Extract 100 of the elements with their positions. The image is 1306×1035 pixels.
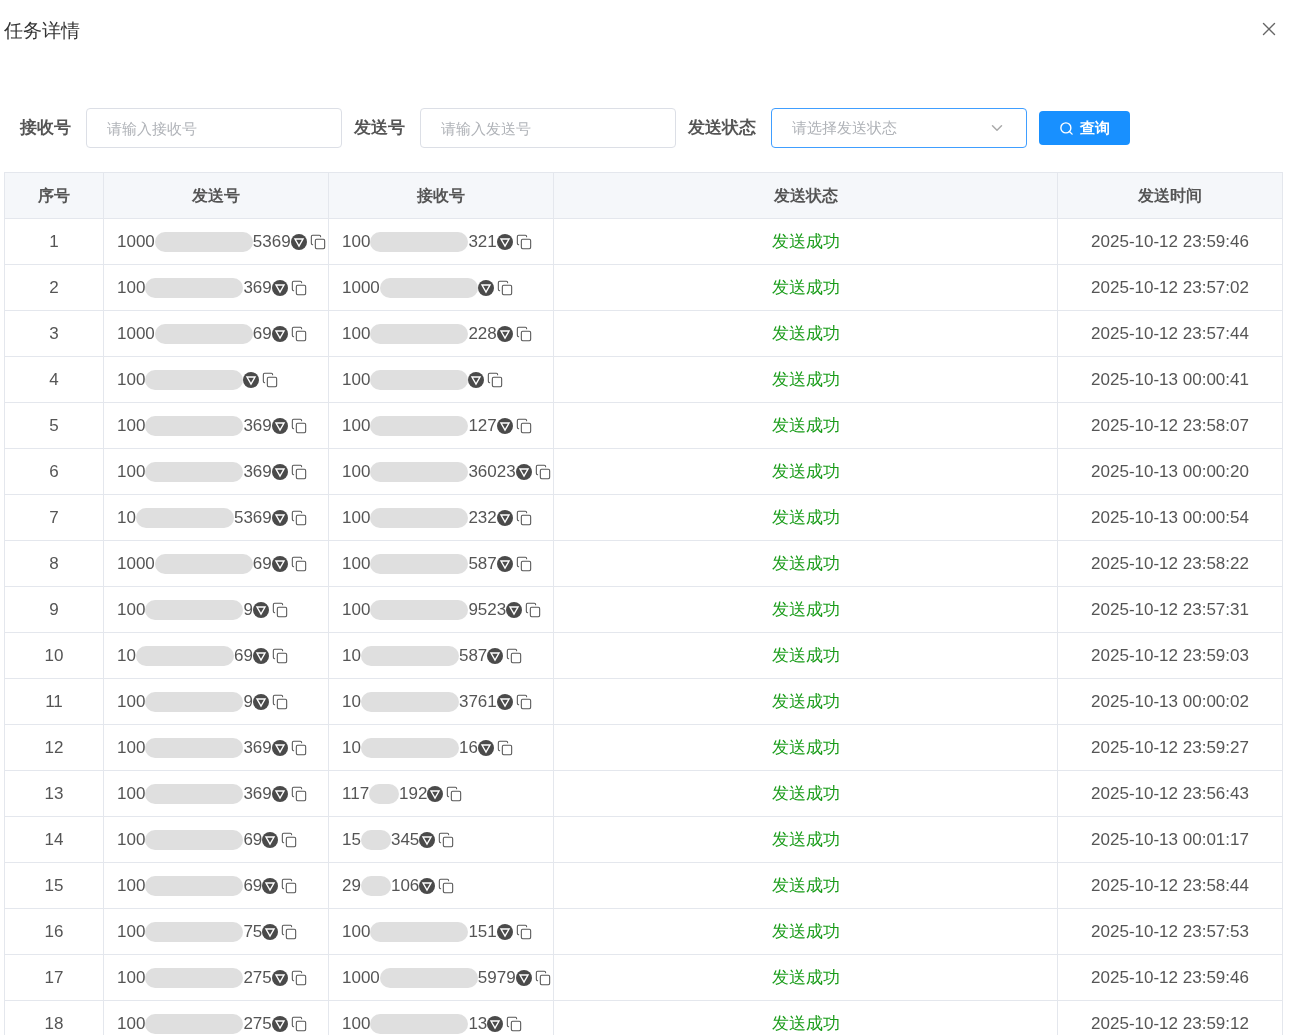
circle-icon[interactable] <box>419 831 436 848</box>
copy-icon[interactable] <box>290 279 307 296</box>
status-select[interactable]: 请选择发送状态 <box>771 108 1027 148</box>
circle-icon[interactable] <box>271 785 288 802</box>
copy-icon[interactable] <box>515 923 532 940</box>
status-text: 发送成功 <box>554 863 1058 909</box>
copy-icon[interactable] <box>506 1015 523 1032</box>
search-field[interactable]: 请输入发送号 <box>420 108 676 148</box>
id-suffix: 275 <box>243 1012 272 1035</box>
id-prefix: 10 <box>342 736 361 759</box>
copy-icon[interactable] <box>534 969 551 986</box>
circle-icon[interactable] <box>477 279 494 296</box>
circle-icon[interactable] <box>496 233 513 250</box>
table-cell: 2025-10-12 23:59:03 <box>1058 633 1283 679</box>
circle-icon[interactable] <box>252 693 269 710</box>
table-cell: 2025-10-13 00:00:54 <box>1058 495 1283 541</box>
copy-icon[interactable] <box>515 693 532 710</box>
copy-icon[interactable] <box>290 739 307 756</box>
table-cell: 3 <box>5 311 104 357</box>
circle-icon[interactable] <box>271 509 288 526</box>
copy-icon[interactable] <box>438 831 455 848</box>
circle-icon[interactable] <box>271 463 288 480</box>
copy-icon[interactable] <box>262 371 279 388</box>
copy-icon[interactable] <box>525 601 542 618</box>
copy-icon[interactable] <box>290 785 307 802</box>
circle-icon[interactable] <box>496 555 513 572</box>
id-suffix: 369 <box>243 460 272 483</box>
circle-icon[interactable] <box>468 371 485 388</box>
copy-icon[interactable] <box>290 509 307 526</box>
circle-icon[interactable] <box>271 555 288 572</box>
copy-icon[interactable] <box>290 555 307 572</box>
copy-icon[interactable] <box>515 233 532 250</box>
circle-icon[interactable] <box>262 923 279 940</box>
copy-icon[interactable] <box>281 923 298 940</box>
circle-icon[interactable] <box>243 371 260 388</box>
id-prefix: 1000 <box>342 276 380 299</box>
circle-icon[interactable] <box>419 877 436 894</box>
copy-icon[interactable] <box>515 509 532 526</box>
id-prefix: 100 <box>117 874 146 897</box>
circle-icon[interactable] <box>271 739 288 756</box>
circle-icon[interactable] <box>496 325 513 342</box>
id-suffix: 36023 <box>468 460 516 483</box>
circle-icon[interactable] <box>515 969 532 986</box>
id-prefix: 100 <box>117 782 146 805</box>
table-cell: 13 <box>5 771 104 817</box>
copy-icon[interactable] <box>496 739 513 756</box>
copy-icon[interactable] <box>506 647 523 664</box>
copy-icon[interactable] <box>290 463 307 480</box>
copy-icon[interactable] <box>290 969 307 986</box>
circle-icon[interactable] <box>290 233 307 250</box>
circle-icon[interactable] <box>506 601 523 618</box>
copy-icon[interactable] <box>290 325 307 342</box>
circle-icon[interactable] <box>515 463 532 480</box>
copy-icon[interactable] <box>515 417 532 434</box>
id-suffix: 369 <box>243 414 272 437</box>
copy-icon[interactable] <box>281 877 298 894</box>
copy-icon[interactable] <box>290 1015 307 1032</box>
table-cell: 2025-10-12 23:58:44 <box>1058 863 1283 909</box>
table-cell: 2025-10-12 23:59:12 <box>1058 1001 1283 1035</box>
circle-icon[interactable] <box>252 647 269 664</box>
search-field[interactable]: 请输入接收号 <box>86 108 342 148</box>
copy-icon[interactable] <box>309 233 326 250</box>
circle-icon[interactable] <box>262 831 279 848</box>
copy-icon[interactable] <box>281 831 298 848</box>
circle-icon[interactable] <box>262 877 279 894</box>
id-suffix: 69 <box>243 874 263 897</box>
id-prefix: 100 <box>342 460 371 483</box>
copy-icon[interactable] <box>487 371 504 388</box>
copy-icon[interactable] <box>446 785 463 802</box>
copy-icon[interactable] <box>290 417 307 434</box>
copy-icon[interactable] <box>271 647 288 664</box>
copy-icon[interactable] <box>496 279 513 296</box>
circle-icon[interactable] <box>496 417 513 434</box>
copy-icon[interactable] <box>534 463 551 480</box>
column-header: 接收号 <box>329 173 554 219</box>
circle-icon[interactable] <box>496 509 513 526</box>
copy-icon[interactable] <box>515 555 532 572</box>
circle-icon[interactable] <box>496 923 513 940</box>
circle-icon[interactable] <box>271 969 288 986</box>
table-cell: 7 <box>5 495 104 541</box>
filter-label: 发送状态 <box>688 117 756 140</box>
copy-icon[interactable] <box>271 601 288 618</box>
table-cell: 2025-10-12 23:59:46 <box>1058 955 1283 1001</box>
table-cell: 2025-10-13 00:00:20 <box>1058 449 1283 495</box>
id-prefix: 100 <box>342 598 371 621</box>
circle-icon[interactable] <box>271 1015 288 1032</box>
copy-icon[interactable] <box>271 693 288 710</box>
circle-icon[interactable] <box>477 739 494 756</box>
circle-icon[interactable] <box>271 279 288 296</box>
redaction-blur <box>369 783 400 804</box>
circle-icon[interactable] <box>487 1015 504 1032</box>
circle-icon[interactable] <box>496 693 513 710</box>
search-button[interactable]: 查询 <box>1039 111 1130 145</box>
copy-icon[interactable] <box>438 877 455 894</box>
circle-icon[interactable] <box>271 325 288 342</box>
circle-icon[interactable] <box>487 647 504 664</box>
circle-icon[interactable] <box>271 417 288 434</box>
copy-icon[interactable] <box>515 325 532 342</box>
circle-icon[interactable] <box>252 601 269 618</box>
circle-icon[interactable] <box>427 785 444 802</box>
